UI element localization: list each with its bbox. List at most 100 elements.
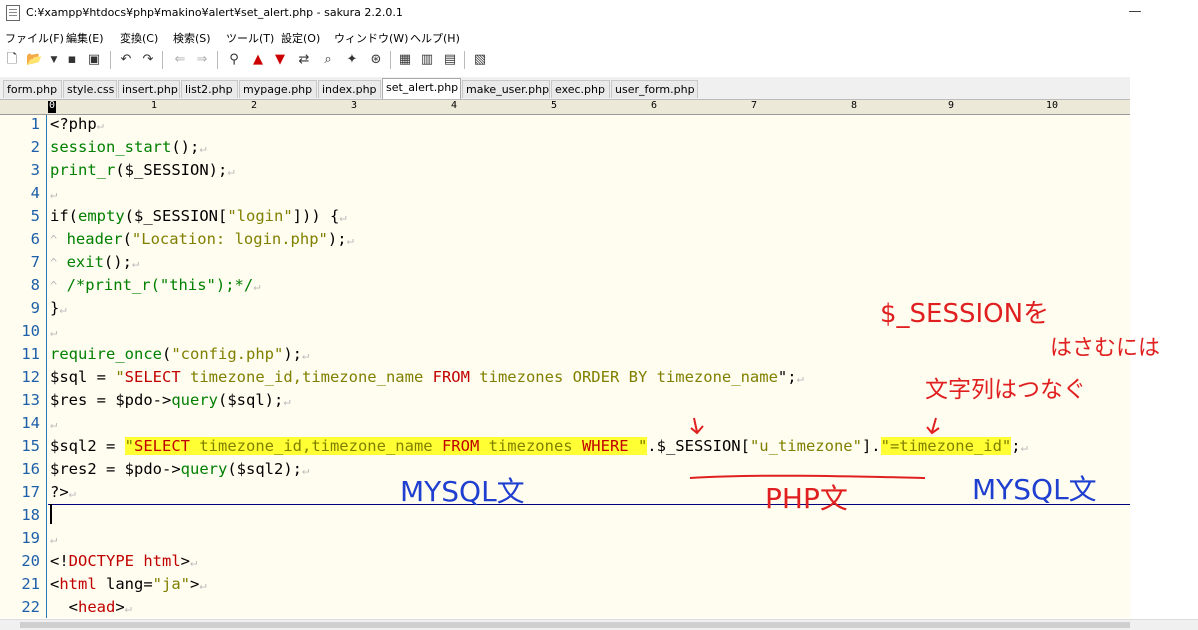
title-bar: C:¥xampp¥htdocs¥php¥makino¥alert¥set_ale…	[0, 0, 1198, 26]
menu-convert[interactable]: 変換(C)	[120, 30, 158, 46]
undo-icon[interactable]: ↶	[118, 52, 134, 68]
app-icon	[6, 5, 20, 21]
code-line-21: <html lang="ja">↵	[50, 575, 207, 593]
toolbar-separator	[110, 51, 111, 69]
code-function: exit	[66, 253, 104, 271]
line-number: 7	[30, 253, 40, 271]
annotation-php: PHP文	[765, 482, 848, 515]
menu-settings[interactable]: 設定(O)	[281, 30, 320, 46]
line-number: 15	[21, 437, 40, 455]
settings-icon[interactable]: ▧	[472, 52, 488, 68]
line-number: 10	[21, 322, 40, 340]
jump-forward-icon[interactable]: ⇒	[194, 52, 210, 68]
toolbar-separator	[390, 51, 391, 69]
code-text: <!	[50, 552, 69, 570]
tab-set-alert-php[interactable]: set_alert.php	[382, 78, 461, 99]
ruler-mark: 1	[151, 100, 158, 111]
grep-icon[interactable]: ⌕	[320, 52, 336, 68]
html-keyword: DOCTYPE html	[68, 552, 181, 570]
code-string: "config.php"	[171, 345, 284, 363]
search-icon[interactable]: ⚲	[226, 52, 242, 68]
open-dropdown-icon[interactable]: ▼	[46, 52, 62, 68]
annotation-session-note: $_SESSIONを	[880, 299, 1050, 329]
new-file-icon[interactable]: 🗋	[4, 52, 20, 68]
code-line-4: ↵	[50, 184, 57, 202]
ruler-mark: 10	[1046, 100, 1059, 111]
tab-style-css[interactable]: style.css	[63, 80, 117, 98]
tab-index-php[interactable]: index.php	[318, 80, 381, 98]
code-line-8: ^ /*print_r("this");*/↵	[50, 276, 260, 294]
menu-window[interactable]: ウィンドウ(W)	[334, 30, 408, 46]
window-title: C:¥xampp¥htdocs¥php¥makino¥alert¥set_ale…	[26, 6, 403, 19]
redo-icon[interactable]: ↷	[140, 52, 156, 68]
eol-mark: ↵	[301, 463, 310, 477]
outline-icon[interactable]: ▤	[442, 52, 458, 68]
code-text: ();	[171, 138, 200, 156]
menu-file[interactable]: ファイル(F)	[5, 30, 64, 46]
code-string: "	[628, 437, 648, 455]
code-line-14: ↵	[50, 414, 57, 432]
code-comment: /*print_r("this");*/	[66, 276, 254, 294]
line-number: 19	[21, 529, 40, 547]
toolbar-separator	[217, 51, 218, 69]
open-folder-icon[interactable]: 📂	[26, 52, 42, 68]
code-function: empty	[78, 207, 125, 225]
code-text: <	[50, 575, 60, 593]
code-string: "u_timezone"	[749, 437, 862, 455]
code-text: (	[161, 345, 172, 363]
mark-icon[interactable]: ✦	[344, 52, 360, 68]
code-string: "=timezone_id"	[880, 437, 1012, 455]
menu-tools[interactable]: ツール(T)	[226, 30, 274, 46]
jump-back-icon[interactable]: ⇐	[172, 52, 188, 68]
save-icon[interactable]: ▪	[64, 52, 80, 68]
annotation-mysql-right: MYSQL文	[972, 473, 1097, 506]
search-up-icon[interactable]: ▲	[250, 52, 266, 68]
menu-search[interactable]: 検索(S)	[173, 30, 211, 46]
toolbar-separator	[464, 51, 465, 69]
code-text: >	[190, 575, 200, 593]
code-text: <	[50, 598, 78, 616]
tab-make-user-php[interactable]: make_user.php	[462, 80, 550, 98]
tab-insert-php[interactable]: insert.php	[118, 80, 180, 98]
code-function: require_once	[50, 345, 162, 363]
scrollbar-thumb[interactable]	[20, 622, 1130, 628]
code-text: ";	[777, 368, 797, 386]
horizontal-scrollbar[interactable]	[0, 619, 1198, 630]
menu-edit[interactable]: 編集(E)	[66, 30, 104, 46]
sql-keyword: SELECT	[134, 437, 190, 455]
code-string: "ja"	[152, 575, 190, 593]
search-down-icon[interactable]: ▼	[272, 52, 288, 68]
minimize-button[interactable]: —	[1123, 4, 1147, 22]
menu-help[interactable]: ヘルプ(H)	[410, 30, 460, 46]
code-function: header	[66, 230, 123, 248]
tab-mypage-php[interactable]: mypage.php	[239, 80, 317, 98]
compare-icon[interactable]: ▥	[419, 52, 435, 68]
code-function: print_r	[50, 161, 116, 179]
ruler-mark: 4	[451, 100, 458, 111]
tab-exec-php[interactable]: exec.php	[551, 80, 610, 98]
code-line-20: <!DOCTYPE html>↵	[50, 552, 197, 570]
eol-mark: ↵	[199, 578, 207, 592]
code-string: timezones ORDER BY timezone_name	[469, 368, 778, 386]
menu-bar: ファイル(F) 編集(E) 変換(C) 検索(S) ツール(T) 設定(O) ウ…	[0, 28, 1198, 48]
line-number: 4	[30, 184, 40, 202]
highlight-icon[interactable]: ⊛	[368, 52, 384, 68]
eol-mark: ↵	[199, 141, 207, 155]
tab-list2-php[interactable]: list2.php	[181, 80, 238, 98]
replace-icon[interactable]: ⇄	[296, 52, 312, 68]
tab-form-php[interactable]: form.php	[3, 80, 62, 98]
eol-mark: ↵	[253, 279, 261, 293]
code-function: query	[180, 460, 228, 478]
save-all-icon[interactable]: ▣	[86, 52, 102, 68]
tab-user-form-php[interactable]: user_form.php	[611, 80, 698, 98]
eol-mark: ↵	[346, 233, 354, 247]
tag-jump-icon[interactable]: ▦	[397, 52, 413, 68]
code-line-6: ^ header("Location: login.php");↵	[50, 230, 354, 248]
code-line-11: require_once("config.php");↵	[50, 345, 309, 363]
code-line-7: ^ exit();↵	[50, 253, 139, 271]
code-function: query	[171, 391, 218, 409]
line-number: 20	[21, 552, 40, 570]
line-number: 14	[21, 414, 40, 432]
code-function: session_start	[50, 138, 172, 156]
code-editor[interactable]: 1 2 3 4 5 6 7 8 9 10 11 12 13 14 15 16 1…	[0, 115, 1130, 618]
